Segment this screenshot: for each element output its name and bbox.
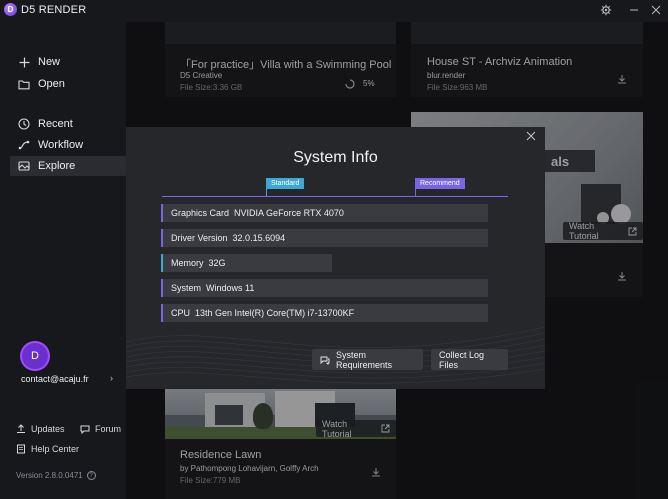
upload-icon xyxy=(16,424,26,434)
sidebar-item-label: Open xyxy=(38,78,65,90)
app-logo: D xyxy=(4,3,17,16)
sidebar-item-workflow[interactable]: Workflow xyxy=(10,135,126,155)
spec-row-memory: Memory 32G xyxy=(161,254,332,272)
dialog-title: System Info xyxy=(293,149,378,166)
legend-standard: Standard xyxy=(266,178,305,189)
legend-tick-recommend xyxy=(415,189,416,196)
version-label: Version 2.8.0.0471 xyxy=(16,471,83,480)
spec-label: Graphics Card xyxy=(171,208,230,218)
spec-row-cpu: CPU 13th Gen Intel(R) Core(TM) i7-13700K… xyxy=(161,304,488,322)
spec-value: 32G xyxy=(208,258,226,268)
sidebar-item-label: Workflow xyxy=(38,139,84,151)
spec-value: Windows 11 xyxy=(206,283,255,293)
collect-log-files-label: Collect Log Files xyxy=(439,349,485,370)
version-text: Version 2.8.0.0471 ? xyxy=(16,471,96,480)
document-icon xyxy=(16,444,26,454)
spec-label: System xyxy=(171,283,202,293)
legend-recommend: Recommend xyxy=(415,178,465,189)
status-bar xyxy=(161,304,163,322)
forum-label: Forum xyxy=(95,424,122,434)
sidebar-item-label: Recent xyxy=(38,118,73,130)
sidebar: New Open Recent Workflow Explore D conta… xyxy=(0,22,126,499)
help-center-label: Help Center xyxy=(31,444,80,454)
updates-link[interactable]: Updates xyxy=(16,424,65,434)
spec-row-system: System Windows 11 xyxy=(161,279,488,297)
explore-icon xyxy=(18,160,30,172)
system-requirements-label: System Requirements xyxy=(336,349,393,370)
spec-row-graphics: Graphics Card NVIDIA GeForce RTX 4070 xyxy=(161,204,488,222)
system-info-dialog: System Info Standard Recommend Graphics … xyxy=(126,127,545,389)
chevron-right-icon[interactable]: › xyxy=(110,373,113,383)
close-icon[interactable] xyxy=(526,131,538,143)
status-bar xyxy=(161,279,163,297)
spec-value: 13th Gen Intel(R) Core(TM) i7-13700KF xyxy=(195,308,355,318)
updates-label: Updates xyxy=(31,424,65,434)
account-panel[interactable]: D contact@acaju.fr › xyxy=(0,342,126,392)
status-bar xyxy=(161,229,163,247)
spec-row-driver: Driver Version 32.0.15.6094 xyxy=(161,229,488,247)
sidebar-item-label: Explore xyxy=(38,160,76,172)
sidebar-item-new[interactable]: New xyxy=(10,52,126,72)
sidebar-item-explore[interactable]: Explore xyxy=(10,156,126,176)
help-center-link[interactable]: Help Center xyxy=(16,444,79,454)
chat-icon xyxy=(320,355,330,365)
account-email: contact@acaju.fr xyxy=(21,374,89,384)
clock-icon xyxy=(18,118,30,130)
status-bar xyxy=(161,254,163,272)
minimize-icon[interactable] xyxy=(626,2,642,18)
forum-link[interactable]: Forum xyxy=(80,424,121,434)
title-bar: D D5 RENDER xyxy=(0,0,668,22)
spec-value: 32.0.15.6094 xyxy=(232,233,286,243)
legend-tick-standard xyxy=(266,189,267,196)
sidebar-item-open[interactable]: Open xyxy=(10,74,126,94)
workflow-icon xyxy=(18,139,30,151)
chat-icon xyxy=(80,424,90,434)
spec-label: Driver Version xyxy=(171,233,228,243)
sidebar-item-recent[interactable]: Recent xyxy=(10,114,126,134)
close-icon[interactable] xyxy=(648,2,664,18)
info-icon[interactable]: ? xyxy=(86,471,96,480)
plus-icon xyxy=(18,56,30,68)
collect-log-files-button[interactable]: Collect Log Files xyxy=(431,349,508,370)
spec-value: NVIDIA GeForce RTX 4070 xyxy=(234,208,344,218)
spec-label: Memory xyxy=(171,258,204,268)
system-requirements-button[interactable]: System Requirements xyxy=(312,349,423,370)
status-bar xyxy=(161,204,163,222)
sidebar-item-label: New xyxy=(38,56,61,68)
legend-line xyxy=(162,196,508,197)
folder-icon xyxy=(18,78,30,90)
app-title: D5 RENDER xyxy=(21,4,87,16)
settings-icon[interactable] xyxy=(598,2,614,18)
spec-label: CPU xyxy=(171,308,191,318)
avatar[interactable]: D xyxy=(22,343,48,369)
